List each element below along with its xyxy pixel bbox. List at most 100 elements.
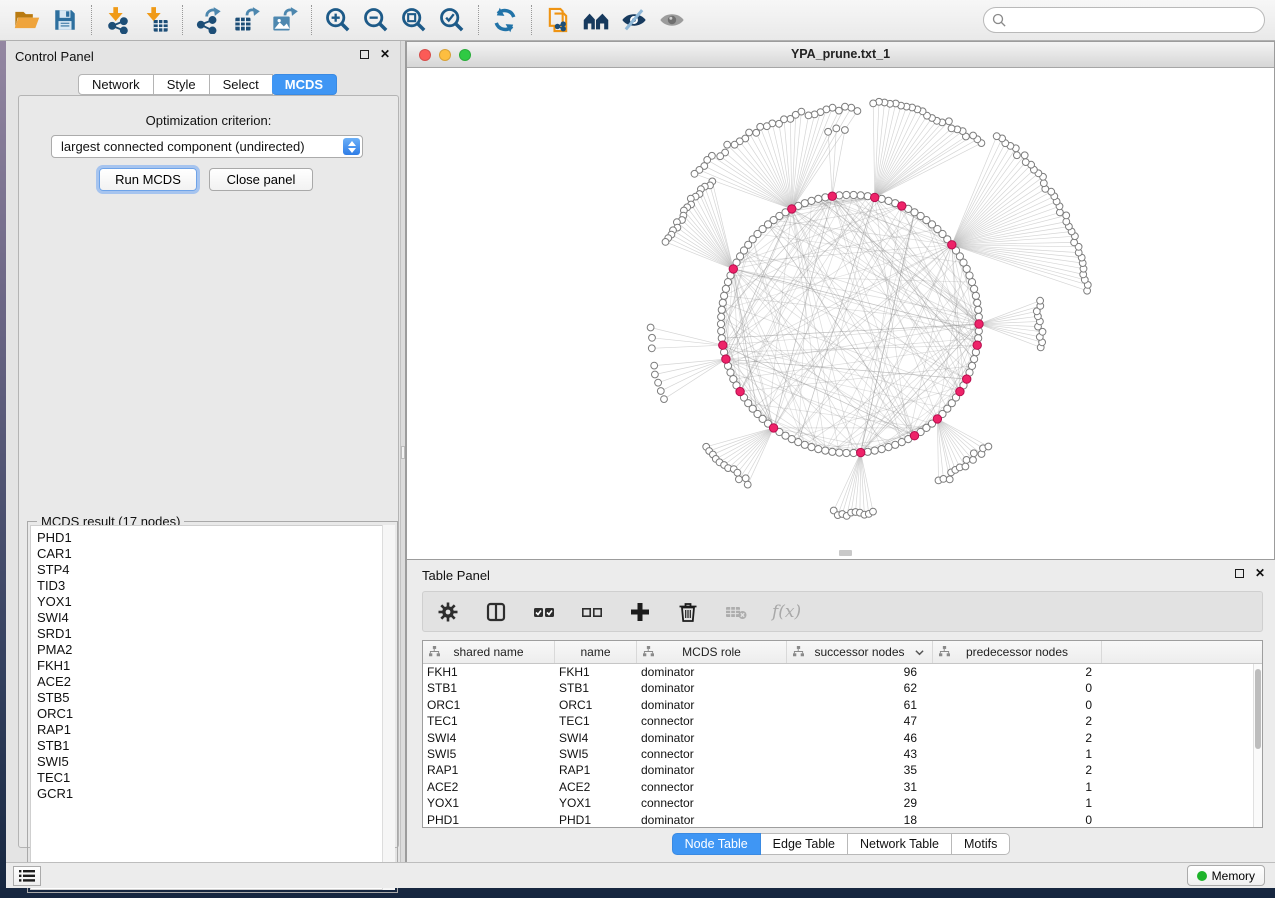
network-node[interactable]	[970, 450, 977, 457]
network-window-titlebar[interactable]: YPA_prune.txt_1	[407, 42, 1274, 68]
zoom-in-button[interactable]	[321, 3, 355, 37]
network-node[interactable]	[757, 123, 764, 130]
network-node[interactable]	[731, 141, 738, 148]
network-node[interactable]	[763, 123, 770, 130]
mcds-result-node[interactable]: STB1	[31, 738, 394, 754]
network-node[interactable]	[742, 475, 749, 482]
table-row[interactable]: STB1STB1dominator620	[423, 680, 1262, 696]
zoom-out-button[interactable]	[359, 3, 393, 37]
mcds-result-node[interactable]: RAP1	[31, 722, 394, 738]
network-node[interactable]	[968, 362, 975, 369]
network-node[interactable]	[1063, 212, 1070, 219]
network-node[interactable]	[970, 132, 977, 139]
network-node[interactable]	[724, 141, 731, 148]
network-node[interactable]	[842, 127, 849, 134]
network-node[interactable]	[721, 292, 728, 299]
network-hub-node[interactable]	[719, 341, 727, 349]
mcds-result-node[interactable]: TEC1	[31, 770, 394, 786]
network-node[interactable]	[718, 306, 725, 313]
table-row[interactable]: SWI5SWI5connector431	[423, 746, 1262, 762]
network-node[interactable]	[825, 128, 832, 135]
network-node[interactable]	[808, 444, 815, 451]
network-node[interactable]	[651, 362, 658, 369]
network-node[interactable]	[962, 463, 969, 470]
table-row[interactable]: TEC1TEC1connector472	[423, 713, 1262, 729]
network-node[interactable]	[974, 299, 981, 306]
network-node[interactable]	[843, 449, 850, 456]
mcds-result-node[interactable]: STB5	[31, 690, 394, 706]
network-node[interactable]	[1037, 297, 1044, 304]
network-node[interactable]	[718, 328, 725, 335]
tab-node-table[interactable]: Node Table	[672, 833, 761, 855]
network-node[interactable]	[808, 197, 815, 204]
tab-motifs[interactable]: Motifs	[952, 833, 1010, 855]
network-node[interactable]	[971, 356, 978, 363]
select-all-rows-button[interactable]	[532, 600, 556, 624]
mcds-result-node[interactable]: YOX1	[31, 594, 394, 610]
network-node[interactable]	[985, 443, 992, 450]
network-node[interactable]	[648, 345, 655, 352]
network-hub-node[interactable]	[956, 387, 964, 395]
network-node[interactable]	[848, 104, 855, 111]
network-node[interactable]	[776, 120, 783, 127]
network-hub-node[interactable]	[828, 192, 836, 200]
delete-table-button[interactable]	[724, 600, 748, 624]
mcds-result-node[interactable]: CAR1	[31, 546, 394, 562]
network-hub-node[interactable]	[722, 355, 730, 363]
table-row[interactable]: YOX1YOX1connector291	[423, 795, 1262, 811]
import-network-button[interactable]	[101, 3, 135, 37]
network-hub-node[interactable]	[975, 320, 983, 328]
network-node[interactable]	[736, 476, 743, 483]
network-node[interactable]	[993, 133, 1000, 140]
mcds-result-node[interactable]: SRD1	[31, 626, 394, 642]
table-settings-button[interactable]	[436, 600, 460, 624]
save-session-button[interactable]	[48, 3, 82, 37]
result-scrollbar[interactable]	[382, 525, 395, 890]
mcds-result-node[interactable]: PMA2	[31, 642, 394, 658]
table-row[interactable]: SWI4SWI4dominator462	[423, 730, 1262, 746]
network-hub-node[interactable]	[933, 415, 941, 423]
network-node[interactable]	[753, 129, 760, 136]
search-input[interactable]	[1007, 10, 1264, 30]
delete-rows-button[interactable]	[676, 600, 700, 624]
splitter-handle[interactable]	[401, 446, 405, 459]
mcds-result-node[interactable]: FKH1	[31, 658, 394, 674]
float-panel-icon[interactable]	[1235, 569, 1244, 578]
network-node[interactable]	[1021, 152, 1028, 159]
network-node[interactable]	[885, 197, 892, 204]
network-node[interactable]	[870, 508, 877, 515]
network-node[interactable]	[717, 320, 724, 327]
horizontal-splitter-handle[interactable]	[839, 550, 852, 556]
zoom-fit-button[interactable]	[397, 3, 431, 37]
tab-mcds[interactable]: MCDS	[272, 74, 337, 95]
export-network-button[interactable]	[192, 3, 226, 37]
unselect-all-rows-button[interactable]	[580, 600, 604, 624]
network-node[interactable]	[718, 313, 725, 320]
network-node[interactable]	[836, 449, 843, 456]
run-mcds-button[interactable]: Run MCDS	[99, 168, 197, 191]
network-node[interactable]	[649, 334, 656, 341]
network-node[interactable]	[815, 195, 822, 202]
network-node[interactable]	[1071, 239, 1078, 246]
close-panel-button[interactable]: Close panel	[209, 168, 313, 191]
column-header-predecessor-nodes[interactable]: predecessor nodes	[933, 641, 1102, 663]
network-hub-node[interactable]	[729, 265, 737, 273]
zoom-selected-button[interactable]	[435, 3, 469, 37]
optimization-criterion-select[interactable]: largest connected component (undirected)	[51, 135, 363, 158]
mcds-result-node[interactable]: STP4	[31, 562, 394, 578]
mcds-result-node[interactable]: TID3	[31, 578, 394, 594]
export-image-button[interactable]	[268, 3, 302, 37]
network-node[interactable]	[946, 476, 953, 483]
network-node[interactable]	[815, 446, 822, 453]
open-file-button[interactable]	[10, 3, 44, 37]
network-node[interactable]	[975, 306, 982, 313]
network-node[interactable]	[948, 125, 955, 132]
network-node[interactable]	[829, 448, 836, 455]
network-hub-node[interactable]	[769, 424, 777, 432]
network-node[interactable]	[652, 371, 659, 378]
network-node[interactable]	[871, 447, 878, 454]
function-builder-button[interactable]: f(x)	[772, 602, 801, 622]
mcds-result-node[interactable]: ACE2	[31, 674, 394, 690]
tab-style[interactable]: Style	[154, 74, 210, 95]
network-node[interactable]	[963, 457, 970, 464]
